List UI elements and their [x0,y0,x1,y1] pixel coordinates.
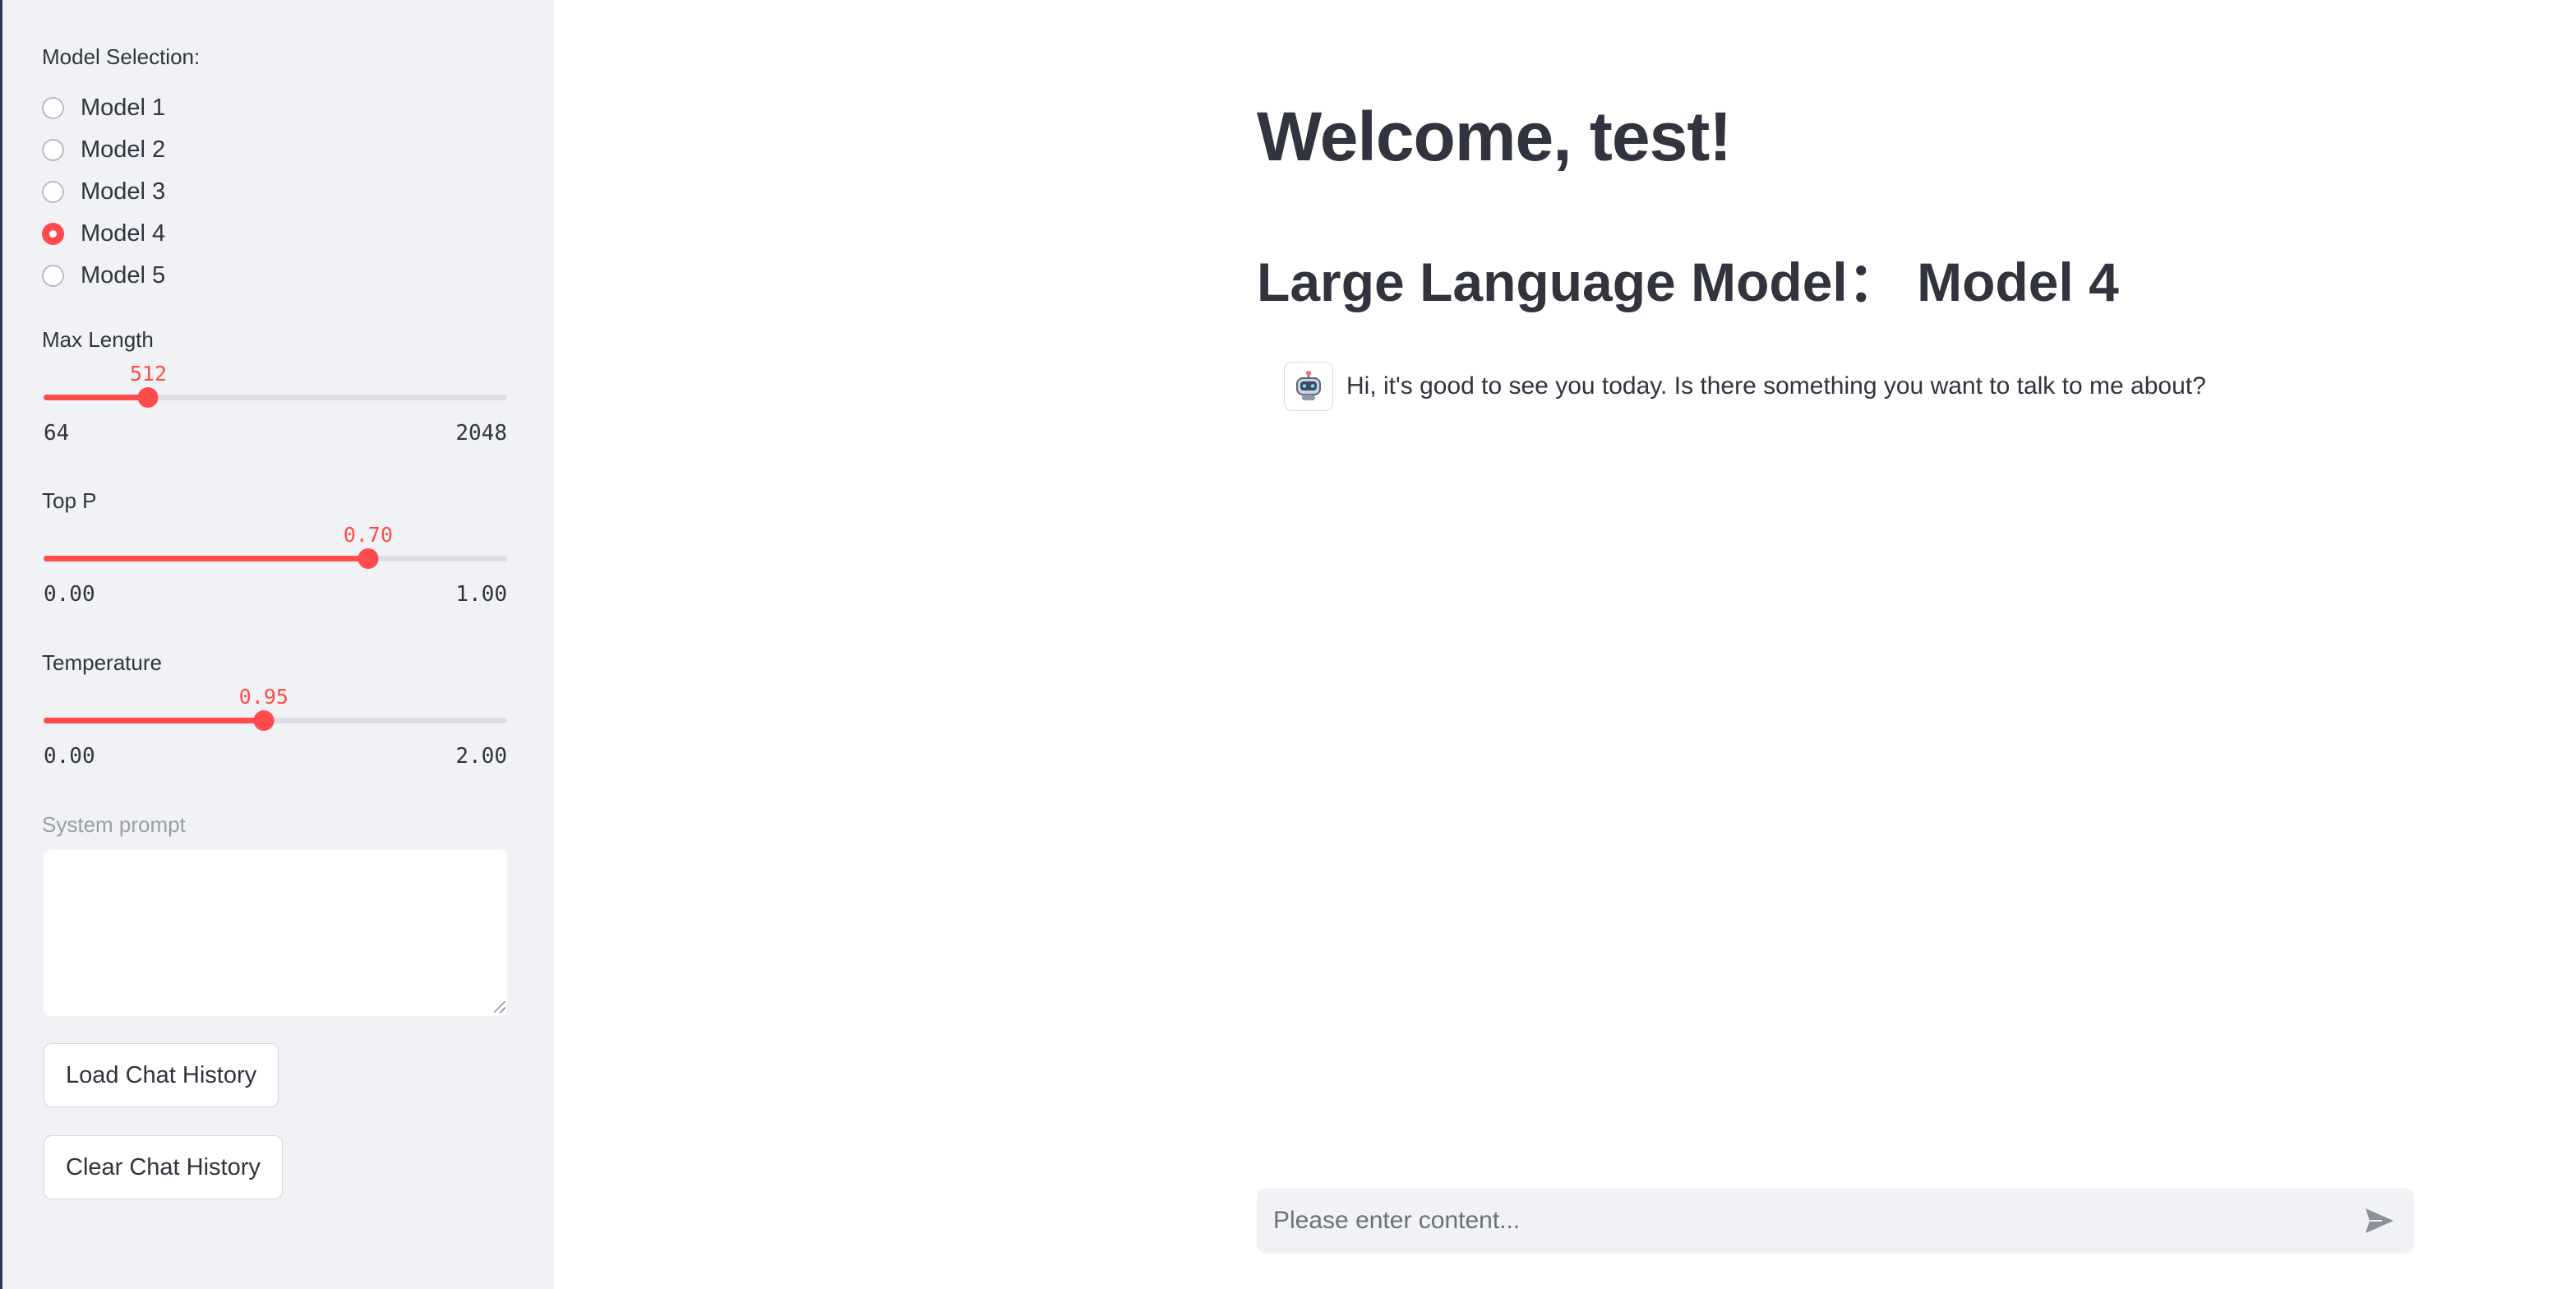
temperature-label: Temperature [42,650,162,675]
radio-label: Model 4 [81,220,166,247]
model-radio-group: Model 1 Model 2 Model 3 Model 4 Model 5 [42,87,165,297]
chat-input[interactable] [1272,1206,2360,1236]
max-length-label: Max Length [42,327,154,352]
slider-value: 0.95 [238,685,289,709]
chat-input-bar [1257,1188,2414,1254]
slider-min: 64 [44,421,70,446]
resize-grip-icon[interactable] [494,1001,506,1013]
radio-circle[interactable] [42,265,64,287]
model-selection-label: Model Selection: [42,44,201,69]
system-prompt-label: System prompt [42,812,186,837]
radio-circle[interactable] [42,139,64,161]
sidebar: Model Selection: Model 1 Model 2 Model 3… [0,0,554,1289]
radio-model-4[interactable]: Model 4 [42,213,165,255]
slider-track[interactable] [44,395,507,400]
send-icon[interactable] [2360,1201,2399,1240]
slider-max: 1.00 [455,582,507,607]
radio-circle[interactable] [42,97,64,119]
radio-label: Model 2 [81,136,166,163]
slider-thumb[interactable] [253,710,275,731]
slider-fill [44,556,368,561]
radio-label: Model 5 [81,262,166,289]
slider-max: 2048 [455,421,507,446]
message-text: Hi, it's good to see you today. Is there… [1346,372,2206,400]
slider-min: 0.00 [44,582,95,607]
robot-icon [1284,362,1333,411]
main-content: Welcome, test! Large Language Model： Mod… [554,0,2576,1289]
radio-label: Model 3 [81,178,166,205]
radio-label: Model 1 [81,95,166,121]
radio-model-2[interactable]: Model 2 [42,129,165,171]
load-chat-history-button[interactable]: Load Chat History [44,1043,279,1107]
top-p-label: Top P [42,488,97,513]
slider-track[interactable] [44,718,507,723]
slider-value: 0.70 [343,523,393,547]
slider-thumb[interactable] [137,387,159,408]
app-root: Model Selection: Model 1 Model 2 Model 3… [0,0,2576,1289]
system-prompt-textarea[interactable] [44,850,507,1016]
slider-track[interactable] [44,556,507,561]
radio-model-1[interactable]: Model 1 [42,87,165,129]
welcome-title: Welcome, test! [1257,98,1732,175]
radio-circle[interactable] [42,181,64,203]
slider-min: 0.00 [44,744,95,769]
model-heading: Large Language Model： Model 4 [1257,252,2119,312]
slider-value: 512 [129,362,168,386]
clear-chat-history-button[interactable]: Clear Chat History [44,1135,283,1199]
slider-fill [44,395,149,400]
slider-max: 2.00 [455,744,507,769]
slider-fill [44,718,264,723]
radio-circle-selected[interactable] [42,223,64,245]
radio-model-3[interactable]: Model 3 [42,171,165,213]
slider-thumb[interactable] [358,548,379,569]
assistant-message: Hi, it's good to see you today. Is there… [1284,362,2206,411]
radio-model-5[interactable]: Model 5 [42,255,165,297]
